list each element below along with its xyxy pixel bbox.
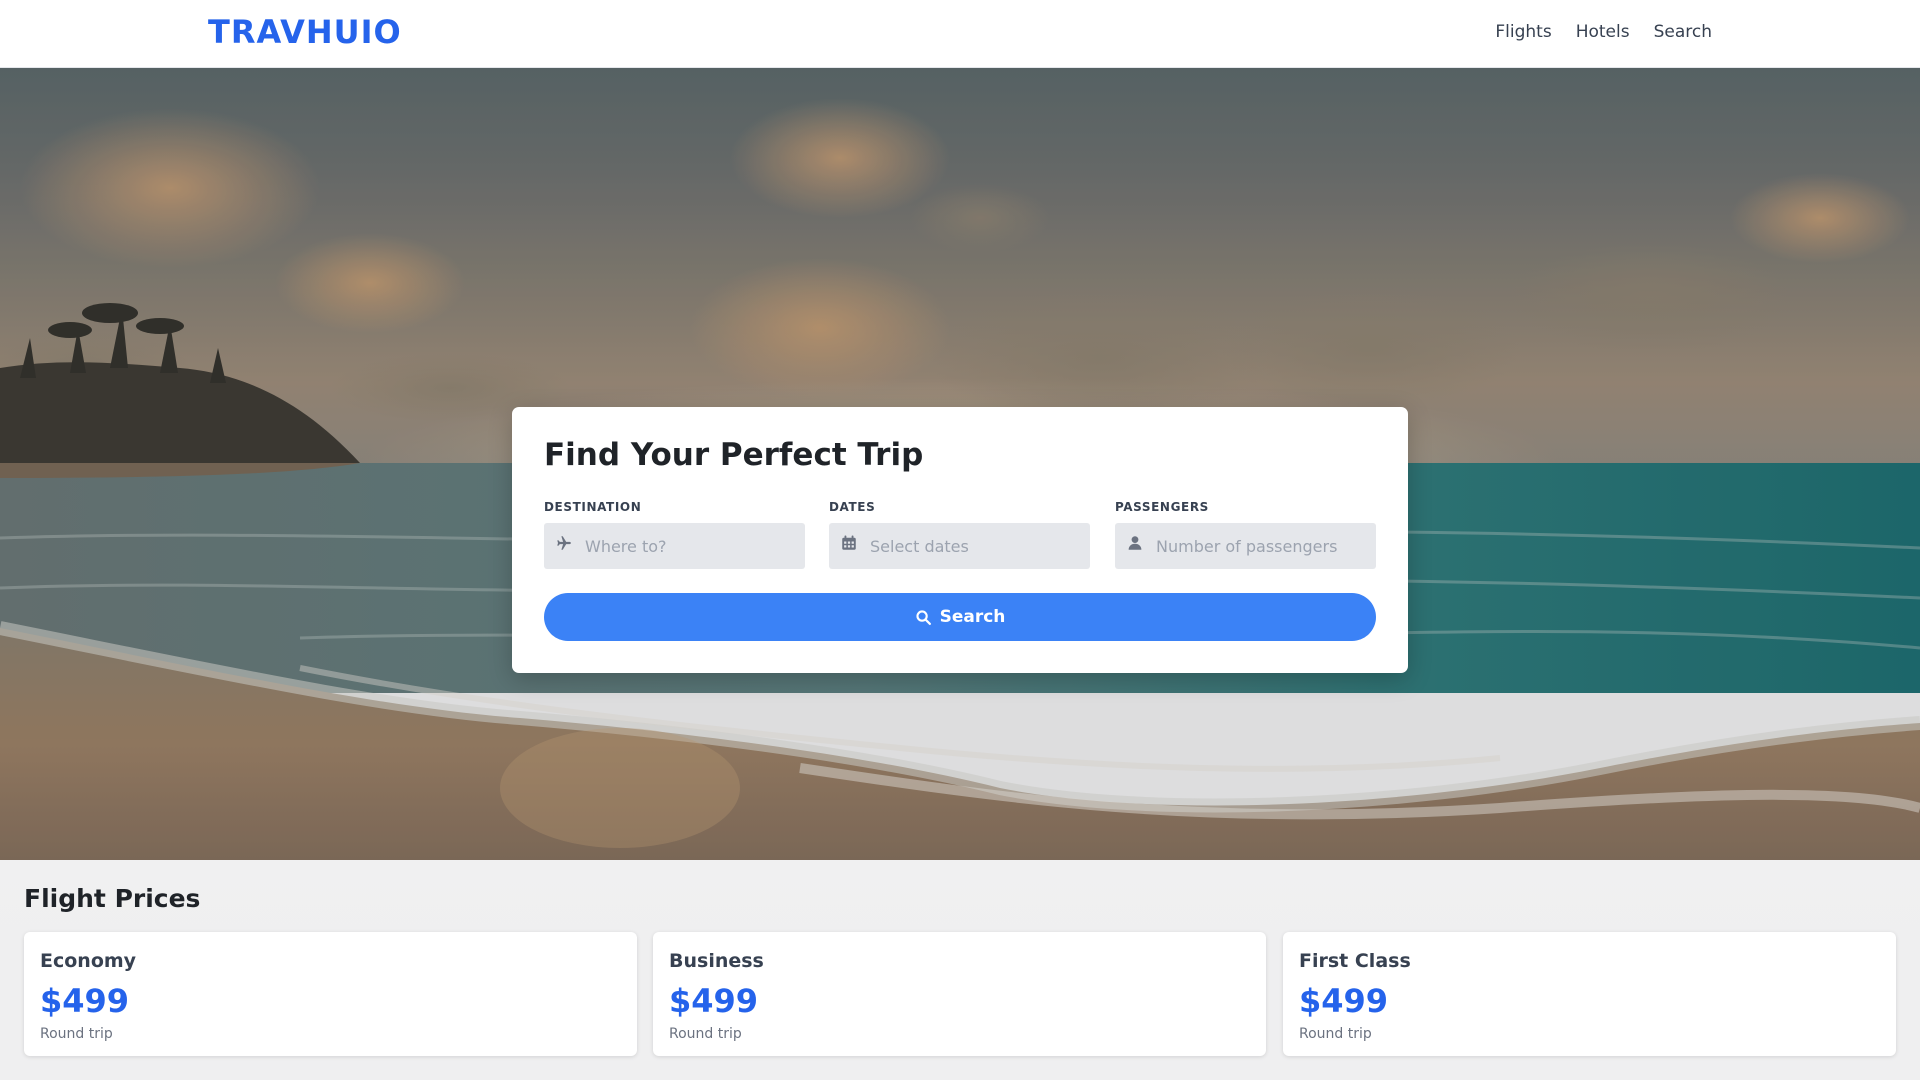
destination-field: DESTINATION <box>544 500 805 569</box>
destination-input-box[interactable] <box>544 523 805 569</box>
price-card-note: Round trip <box>669 1026 742 1042</box>
main-nav: Flights Hotels Search <box>1495 22 1712 42</box>
price-card-note: Round trip <box>1299 1026 1372 1042</box>
price-card-tier: Business <box>669 950 764 972</box>
trip-search-card: Find Your Perfect Trip DESTINATION DATES <box>512 407 1408 673</box>
price-card-amount: $499 <box>669 982 759 1020</box>
flight-prices-title: Flight Prices <box>24 884 201 913</box>
dates-label: DATES <box>829 500 876 514</box>
top-navbar: TRAVHUIO Flights Hotels Search <box>0 0 1920 68</box>
price-card-tier: Economy <box>40 950 137 972</box>
search-title: Find Your Perfect Trip <box>544 437 924 473</box>
dates-input-box[interactable] <box>829 523 1090 569</box>
hero-section: Find Your Perfect Trip DESTINATION DATES <box>0 68 1920 860</box>
magnifier-icon <box>916 609 931 625</box>
dates-field: DATES <box>829 500 1090 569</box>
search-button[interactable]: Search <box>544 593 1376 641</box>
price-card-business[interactable]: Business $499 Round trip <box>653 932 1266 1056</box>
dates-input[interactable] <box>829 523 1090 569</box>
price-card-tier: First Class <box>1299 950 1411 972</box>
nav-link-search[interactable]: Search <box>1654 22 1712 42</box>
destination-label: DESTINATION <box>544 500 642 514</box>
price-card-amount: $499 <box>1299 982 1389 1020</box>
passengers-label: PASSENGERS <box>1115 500 1209 514</box>
destination-input[interactable] <box>544 523 805 569</box>
flight-prices-section: Flight Prices Economy $499 Round trip Bu… <box>0 860 1920 1080</box>
price-card-amount: $499 <box>40 982 130 1020</box>
price-card-first-class[interactable]: First Class $499 Round trip <box>1283 932 1896 1056</box>
nav-link-flights[interactable]: Flights <box>1495 22 1551 42</box>
passengers-field: PASSENGERS <box>1115 500 1376 569</box>
nav-link-hotels[interactable]: Hotels <box>1576 22 1630 42</box>
passengers-input[interactable] <box>1115 523 1376 569</box>
price-card-economy[interactable]: Economy $499 Round trip <box>24 932 637 1056</box>
search-button-label: Search <box>939 607 1006 627</box>
brand-logo[interactable]: TRAVHUIO <box>208 13 402 51</box>
price-card-note: Round trip <box>40 1026 113 1042</box>
passengers-input-box[interactable] <box>1115 523 1376 569</box>
